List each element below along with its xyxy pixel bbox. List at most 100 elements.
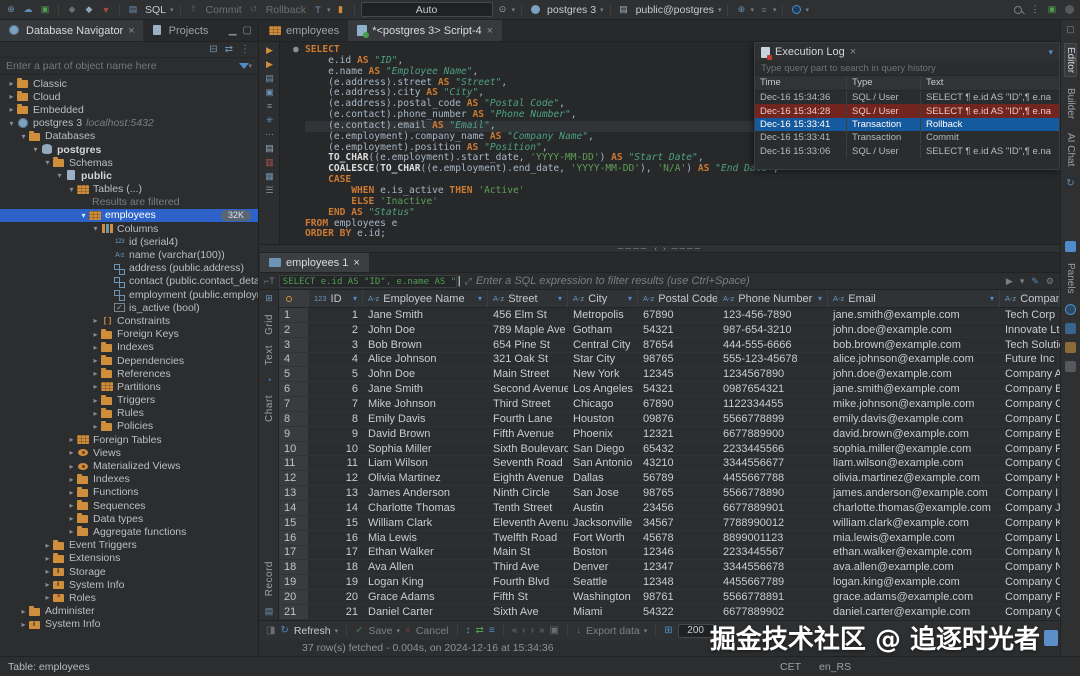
- cell[interactable]: 2: [309, 323, 363, 337]
- cell[interactable]: 789 Maple Ave: [488, 323, 568, 337]
- panel-record[interactable]: Record: [264, 561, 275, 596]
- col-time[interactable]: Time: [755, 76, 847, 90]
- cell[interactable]: San Jose: [568, 486, 638, 500]
- cell[interactable]: Eleventh Avenue: [488, 516, 568, 530]
- chevron-right-icon[interactable]: ▸: [66, 501, 77, 510]
- list-dropdown-icon[interactable]: ▾: [773, 6, 777, 14]
- cell[interactable]: Company M: [1000, 546, 1060, 560]
- chevron-right-icon[interactable]: ▸: [90, 369, 101, 378]
- chevron-right-icon[interactable]: ▸: [90, 356, 101, 365]
- chevron-right-icon[interactable]: ▸: [6, 92, 17, 101]
- cell[interactable]: Company O: [1000, 575, 1060, 589]
- cell[interactable]: Daniel Carter: [363, 605, 488, 619]
- row-number[interactable]: 10: [279, 442, 309, 456]
- tree-item-classic[interactable]: ▸Classic: [0, 77, 258, 90]
- clock-icon[interactable]: ⊙: [496, 3, 510, 17]
- cell[interactable]: 14: [309, 501, 363, 515]
- cell[interactable]: 123-456-7890: [718, 308, 828, 322]
- execution-log-header[interactable]: Execution Log × ▾: [755, 43, 1059, 61]
- cell[interactable]: Tech Solutions: [1000, 338, 1060, 352]
- cell[interactable]: mike.johnson@example.com: [828, 397, 1000, 411]
- cell[interactable]: logan.king@example.com: [828, 575, 1000, 589]
- cell[interactable]: william.clark@example.com: [828, 516, 1000, 530]
- cell[interactable]: 2233445566: [718, 442, 828, 456]
- cell[interactable]: jane.smith@example.com: [828, 382, 1000, 396]
- cell[interactable]: Sixth Ave: [488, 605, 568, 619]
- cell[interactable]: Company N: [1000, 560, 1060, 574]
- cell[interactable]: 17: [309, 546, 363, 560]
- row-number[interactable]: 7: [279, 397, 309, 411]
- tab-employees-table[interactable]: employees: [260, 20, 348, 41]
- cell[interactable]: Sophia Miller: [363, 442, 488, 456]
- save-dropdown-icon[interactable]: ▾: [396, 627, 400, 635]
- tree-item-system-info[interactable]: ▸System Info: [0, 618, 258, 631]
- sort-arrow-icon[interactable]: ▾: [628, 294, 632, 303]
- table-row[interactable]: 1414Charlotte ThomasTenth StreetAustin23…: [279, 501, 1060, 516]
- table-row[interactable]: 22John Doe789 Maple AveGotham54321987-65…: [279, 323, 1060, 338]
- tree-item-system-info[interactable]: ▸System Info: [0, 578, 258, 591]
- cell[interactable]: Fifth Avenue: [488, 427, 568, 441]
- cell[interactable]: 8899001123: [718, 531, 828, 545]
- overflow-kebab-icon[interactable]: ⋮: [1028, 3, 1042, 17]
- maximize-icon[interactable]: ▢: [243, 25, 252, 36]
- table-row[interactable]: 1212Olivia MartinezEighth AvenueDallas56…: [279, 471, 1060, 486]
- cell[interactable]: 12347: [638, 560, 718, 574]
- cell[interactable]: 98761: [638, 590, 718, 604]
- cell[interactable]: 67890: [638, 308, 718, 322]
- execution-log-row[interactable]: Dec-16 15:33:41TransactionRollback: [755, 118, 1059, 131]
- cell[interactable]: 18: [309, 560, 363, 574]
- presentation-grid[interactable]: Grid: [264, 314, 275, 335]
- outline-icon[interactable]: ☰: [265, 185, 273, 195]
- tree-item-cloud[interactable]: ▸Cloud: [0, 90, 258, 103]
- lock-icon[interactable]: ▮: [334, 3, 348, 17]
- cell[interactable]: 321 Oak St: [488, 353, 568, 367]
- cell[interactable]: Main Street: [488, 367, 568, 381]
- cell[interactable]: Charlotte Thomas: [363, 501, 488, 515]
- cell[interactable]: Boston: [568, 546, 638, 560]
- execution-log-row[interactable]: Dec-16 15:33:41TransactionCommit: [755, 131, 1059, 144]
- cell[interactable]: William Clark: [363, 516, 488, 530]
- commit-button[interactable]: Commit: [206, 4, 242, 16]
- globe-icon[interactable]: ⊕: [734, 3, 748, 17]
- cell[interactable]: 16: [309, 531, 363, 545]
- cell[interactable]: Company D: [1000, 412, 1060, 426]
- chevron-down-icon[interactable]: ▾: [1048, 47, 1053, 58]
- cell[interactable]: Jacksonville: [568, 516, 638, 530]
- chevron-right-icon[interactable]: ▸: [42, 567, 53, 576]
- cell[interactable]: 7788990012: [718, 516, 828, 530]
- cell[interactable]: 54321: [638, 382, 718, 396]
- tree-item-administer[interactable]: ▸Administer: [0, 605, 258, 618]
- schema-selector[interactable]: public@postgres: [636, 4, 714, 16]
- chevron-right-icon[interactable]: ▸: [90, 409, 101, 418]
- cell[interactable]: 987-654-3210: [718, 323, 828, 337]
- chevron-right-icon[interactable]: ▸: [66, 448, 77, 457]
- cell[interactable]: Emily Davis: [363, 412, 488, 426]
- cell[interactable]: daniel.carter@example.com: [828, 605, 1000, 619]
- cell[interactable]: Central City: [568, 338, 638, 352]
- cell[interactable]: jane.smith@example.com: [828, 308, 1000, 322]
- cancel-button[interactable]: Cancel: [416, 625, 449, 637]
- execution-log-row[interactable]: Dec-16 15:33:06SQL / UserSELECT ¶ e.id A…: [755, 145, 1059, 158]
- cell[interactable]: 10: [309, 442, 363, 456]
- tree-item-embedded[interactable]: ▸Embedded: [0, 103, 258, 116]
- chevron-right-icon[interactable]: ▸: [42, 554, 53, 563]
- chevron-down-icon[interactable]: ▾: [54, 171, 65, 180]
- cell[interactable]: Jane Smith: [363, 308, 488, 322]
- column-header-id[interactable]: 123ID▾: [309, 290, 363, 307]
- chevron-right-icon[interactable]: ▸: [66, 514, 77, 523]
- tree-item-event-triggers[interactable]: ▸Event Triggers: [0, 539, 258, 552]
- table-row[interactable]: 66Jane SmithSecond AvenueLos Angeles5432…: [279, 382, 1060, 397]
- cell[interactable]: james.anderson@example.com: [828, 486, 1000, 500]
- more-tools-icon[interactable]: ⋯: [265, 129, 274, 139]
- value-viewer-icon[interactable]: [1065, 304, 1076, 315]
- transaction-dropdown-icon[interactable]: ▾: [327, 6, 331, 14]
- cell[interactable]: 5566778899: [718, 412, 828, 426]
- cell[interactable]: 23456: [638, 501, 718, 515]
- cell[interactable]: 4: [309, 353, 363, 367]
- row-number[interactable]: 16: [279, 531, 309, 545]
- cell[interactable]: Metropolis: [568, 308, 638, 322]
- chevron-right-icon[interactable]: ▸: [66, 475, 77, 484]
- cell[interactable]: Company H: [1000, 471, 1060, 485]
- cell[interactable]: Jane Smith: [363, 382, 488, 396]
- sort-arrow-icon[interactable]: ▾: [818, 294, 822, 303]
